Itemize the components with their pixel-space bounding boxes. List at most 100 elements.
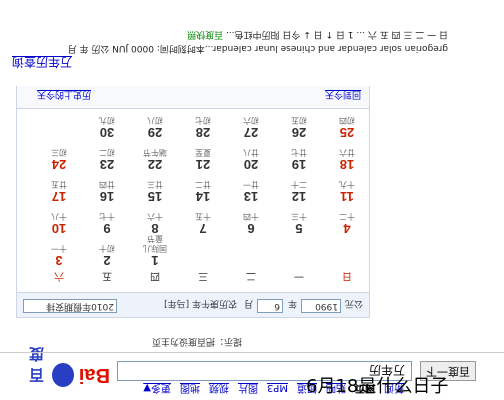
calendar-day[interactable]: 18 廿六 bbox=[335, 147, 359, 172]
day-number: 11 bbox=[340, 189, 354, 204]
day-number: 29 bbox=[147, 125, 163, 140]
calendar-toolbar: 公元 1990 年 6 月 农历庚午年 [马年] 2010年假期安排 bbox=[17, 292, 369, 317]
calendar-day[interactable]: 17 廿五 bbox=[47, 179, 71, 204]
calendar-day[interactable]: 12 二十 bbox=[287, 179, 311, 204]
calendar-day[interactable]: 20 廿八 bbox=[239, 147, 263, 172]
homepage-hint[interactable]: 提示：把百度设为主页 bbox=[152, 336, 242, 349]
calendar-day[interactable]: 3 十一 bbox=[47, 243, 71, 268]
history-today-link[interactable]: 历史上的今天 bbox=[37, 89, 91, 102]
day-number: 4 bbox=[343, 221, 351, 236]
calendar-day[interactable]: 28 初七 bbox=[191, 115, 215, 140]
day-number: 25 bbox=[339, 125, 355, 140]
day-number: 10 bbox=[51, 221, 67, 236]
lunar-date: 廿八 bbox=[243, 148, 259, 157]
year-unit: 年 bbox=[287, 298, 297, 308]
result-title[interactable]: 万年历查询 bbox=[12, 54, 72, 71]
lunar-date: 十八 bbox=[51, 212, 67, 221]
day-number: 12 bbox=[291, 189, 307, 204]
calendar-widget: 公元 1990 年 6 月 农历庚午年 [马年] 2010年假期安排 日 一 二 三 四… bbox=[16, 86, 370, 318]
day-number: 16 bbox=[99, 189, 115, 204]
lunar-date: 初二 bbox=[99, 148, 115, 157]
calendar-day[interactable]: 1 国际儿童节 bbox=[143, 233, 167, 268]
day-number: 8 bbox=[151, 221, 159, 236]
lunar-date: 二十 bbox=[291, 180, 307, 189]
nav-video[interactable]: 视频 bbox=[209, 382, 229, 393]
day-number: 26 bbox=[291, 125, 307, 140]
weekday-label: 一 bbox=[294, 270, 304, 281]
calendar-footer: 历史上的今天 回到今天 bbox=[17, 86, 369, 109]
calendar-day[interactable]: 4 十二 bbox=[335, 211, 359, 236]
lunar-date: 十一 bbox=[51, 244, 67, 253]
calendar-day[interactable]: 15 廿三 bbox=[143, 179, 167, 204]
calendar-day[interactable]: 2 初十 bbox=[95, 243, 119, 268]
day-number: 28 bbox=[195, 125, 211, 140]
day-number: 20 bbox=[243, 157, 259, 172]
weekday-label: 三 bbox=[198, 270, 208, 281]
back-to-today-link[interactable]: 回到今天 bbox=[325, 89, 361, 102]
day-number: 13 bbox=[243, 189, 259, 204]
lunar-date: 廿二 bbox=[195, 180, 211, 189]
day-number: 30 bbox=[99, 125, 115, 140]
day-number: 5 bbox=[295, 221, 303, 236]
calendar-day[interactable]: 5 十三 bbox=[287, 211, 311, 236]
lunar-date: 十二 bbox=[339, 212, 355, 221]
calendar-day[interactable]: 6 十四 bbox=[239, 211, 263, 236]
lunar-date: 初五 bbox=[291, 116, 307, 125]
year-select[interactable]: 1990 bbox=[301, 299, 341, 313]
lunar-date: 廿一 bbox=[243, 180, 259, 189]
lunar-date: 初三 bbox=[51, 148, 67, 157]
baidu-logo[interactable]: Bai 百度 bbox=[26, 345, 110, 388]
calendar-day[interactable]: 7 十五 bbox=[191, 211, 215, 236]
day-number: 19 bbox=[291, 157, 307, 172]
lunar-date: 廿四 bbox=[99, 180, 115, 189]
lunar-date: 廿五 bbox=[51, 180, 67, 189]
nav-more[interactable]: 更多▼ bbox=[143, 382, 171, 393]
weekday-label: 二 bbox=[246, 270, 256, 281]
header-divider bbox=[0, 352, 504, 353]
day-number: 27 bbox=[243, 125, 259, 140]
calendar-day[interactable]: 11 十九 bbox=[335, 179, 359, 204]
calendar-day[interactable]: 24 初三 bbox=[47, 147, 71, 172]
day-number: 9 bbox=[103, 221, 111, 236]
nav-images[interactable]: 图片 bbox=[238, 382, 258, 393]
calendar-day[interactable]: 19 廿七 bbox=[287, 147, 311, 172]
calendar-day[interactable]: 30 初九 bbox=[95, 115, 119, 140]
calendar-day[interactable]: 27 初六 bbox=[239, 115, 263, 140]
calendar-day[interactable]: 25 初四 bbox=[335, 115, 359, 140]
calendar-day[interactable]: 8 十六 bbox=[143, 211, 167, 236]
calendar-day[interactable]: 10 十八 bbox=[47, 211, 71, 236]
zodiac-text: 农历庚午年 [马年] bbox=[164, 298, 237, 308]
lunar-date: 夏至 bbox=[195, 148, 211, 157]
result-line-1: gregorian solar calendar and chinese lun… bbox=[67, 43, 448, 53]
result-source[interactable]: 百度快照 bbox=[187, 29, 223, 39]
calendar-day[interactable]: 26 初五 bbox=[287, 115, 311, 140]
calendar-day[interactable]: 14 廿二 bbox=[191, 179, 215, 204]
holiday-select[interactable]: 2010年假期安排 bbox=[23, 299, 117, 313]
lunar-date: 十五 bbox=[195, 212, 211, 221]
calendar-day[interactable]: 22 端午节 bbox=[143, 147, 167, 172]
day-number: 18 bbox=[339, 157, 355, 172]
calendar-day[interactable]: 13 廿一 bbox=[239, 179, 263, 204]
calendar-day[interactable]: 9 十七 bbox=[95, 211, 119, 236]
day-number: 14 bbox=[195, 189, 211, 204]
month-select[interactable]: 6 bbox=[257, 299, 283, 313]
day-number: 17 bbox=[51, 189, 67, 204]
weekday-label: 五 bbox=[102, 270, 112, 281]
nav-mp3[interactable]: MP3 bbox=[267, 382, 288, 393]
lunar-date: 十六 bbox=[147, 212, 163, 221]
weekday-label: 四 bbox=[150, 270, 160, 281]
lunar-date: 初六 bbox=[243, 116, 259, 125]
rotated-page: 新闻网页贴吧知道MP3图片视频地图更多▼ Bai 百度 百度一下 提示：把百度设… bbox=[0, 0, 504, 400]
calendar-day[interactable]: 16 廿四 bbox=[95, 179, 119, 204]
lunar-date: 十九 bbox=[339, 180, 355, 189]
calendar-day[interactable]: 23 初二 bbox=[95, 147, 119, 172]
lunar-date: 端午节 bbox=[143, 148, 167, 157]
lunar-date: 初九 bbox=[99, 116, 115, 125]
logo-text: Bai bbox=[78, 364, 110, 386]
day-number: 23 bbox=[99, 157, 115, 172]
day-number: 7 bbox=[199, 221, 207, 236]
nav-map[interactable]: 地图 bbox=[180, 382, 200, 393]
calendar-day[interactable]: 21 夏至 bbox=[191, 147, 215, 172]
calendar-day[interactable]: 29 初八 bbox=[143, 115, 167, 140]
overlay-caption: 6月18是什么日子 bbox=[306, 376, 449, 397]
